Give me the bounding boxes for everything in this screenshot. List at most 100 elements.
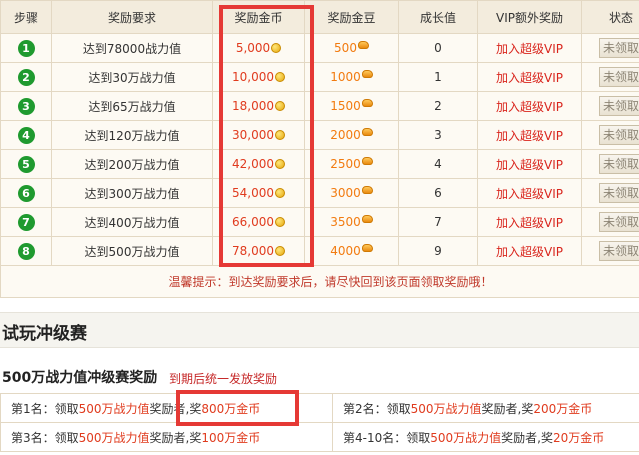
vip-cell: 加入超级VIP [477, 33, 582, 63]
tip-row: 温馨提示：到达奖励要求后，请尽快回到该页面领取奖励哦！ [0, 265, 639, 298]
gold-bean-icon [357, 40, 369, 49]
gold-bean-icon [361, 98, 373, 107]
gold-bean-icon [361, 214, 373, 223]
vip-cell: 加入超级VIP [477, 149, 582, 179]
table-row: 1 达到78000战力值 5,000 500 0 加入超级VIP 未领取 [0, 33, 639, 63]
prize-row: 第1名：领取500万战力值奖励者,奖800万金币 第2名：领取500万战力值奖励… [0, 393, 639, 423]
table-row: 4 达到120万战力值 30,000 2000 3 加入超级VIP 未领取 [0, 120, 639, 150]
requirement-cell: 达到30万战力值 [51, 62, 213, 92]
league-note: 到期后统一发放奖励 [169, 372, 278, 386]
claim-status-button[interactable]: 未领取 [599, 241, 639, 261]
requirement-cell: 达到120万战力值 [51, 120, 213, 150]
requirement-cell: 达到200万战力值 [51, 149, 213, 179]
table-row: 7 达到400万战力值 66,000 3500 7 加入超级VIP 未领取 [0, 207, 639, 237]
header-status: 状态 [581, 0, 639, 34]
section-header: 试玩冲级赛 [0, 312, 639, 348]
beans-cell: 4000 [304, 236, 399, 266]
prize-cell-2: 第2名：领取500万战力值奖励者,奖200万金币 [332, 393, 639, 423]
prize-prefix: 第4-10名：领取 [343, 430, 431, 445]
step-badge: 5 [17, 155, 35, 173]
table-row: 2 达到30万战力值 10,000 1000 1 加入超级VIP 未领取 [0, 62, 639, 92]
status-cell: 未领取 [581, 91, 639, 121]
step-cell: 3 [0, 91, 52, 121]
step-cell: 1 [0, 33, 52, 63]
claim-status-button[interactable]: 未领取 [599, 154, 639, 174]
status-cell: 未领取 [581, 33, 639, 63]
header-requirement: 奖励要求 [51, 0, 213, 34]
join-vip-link[interactable]: 加入超级VIP [496, 42, 563, 56]
join-vip-link[interactable]: 加入超级VIP [496, 129, 563, 143]
prize-power: 500万战力值 [410, 401, 482, 416]
beans-cell: 2000 [304, 120, 399, 150]
prize-amount: 20万金币 [552, 430, 605, 445]
prize-power: 500万战力值 [430, 430, 502, 445]
prize-table: 第1名：领取500万战力值奖励者,奖800万金币 第2名：领取500万战力值奖励… [0, 393, 639, 452]
prize-power: 500万战力值 [78, 401, 150, 416]
step-badge: 7 [17, 213, 35, 231]
prize-prefix: 第2名：领取 [343, 401, 411, 416]
growth-cell: 3 [398, 120, 478, 150]
requirement-cell: 达到500万战力值 [51, 236, 213, 266]
beans-cell: 2500 [304, 149, 399, 179]
status-cell: 未领取 [581, 178, 639, 208]
beans-cell: 1500 [304, 91, 399, 121]
claim-status-button[interactable]: 未领取 [599, 212, 639, 232]
bean-amount: 500 [334, 41, 357, 55]
join-vip-link[interactable]: 加入超级VIP [496, 216, 563, 230]
growth-cell: 6 [398, 178, 478, 208]
join-vip-link[interactable]: 加入超级VIP [496, 158, 563, 172]
vip-cell: 加入超级VIP [477, 120, 582, 150]
beans-cell: 3000 [304, 178, 399, 208]
join-vip-link[interactable]: 加入超级VIP [496, 245, 563, 259]
table-header-row: 步骤 奖励要求 奖励金币 奖励金豆 成长值 VIP额外奖励 状态 [0, 0, 639, 34]
step-cell: 6 [0, 178, 52, 208]
bean-amount: 3500 [330, 215, 361, 229]
claim-status-button[interactable]: 未领取 [599, 183, 639, 203]
league-title: 500万战力值冲级赛奖励 [2, 370, 158, 386]
beans-cell: 1000 [304, 62, 399, 92]
join-vip-link[interactable]: 加入超级VIP [496, 100, 563, 114]
step-badge: 4 [17, 126, 35, 144]
bean-amount: 1000 [330, 70, 361, 84]
bean-amount: 2000 [330, 128, 361, 142]
prize-cell-4: 第4-10名：领取500万战力值奖励者,奖20万金币 [332, 422, 639, 452]
gold-bean-icon [361, 185, 373, 194]
gold-bean-icon [361, 243, 373, 252]
table-row: 5 达到200万战力值 42,000 2500 4 加入超级VIP 未领取 [0, 149, 639, 179]
bean-amount: 3000 [330, 186, 361, 200]
prize-amount: 200万金币 [533, 401, 593, 416]
bean-amount: 4000 [330, 244, 361, 258]
header-growth: 成长值 [398, 0, 478, 34]
growth-cell: 1 [398, 62, 478, 92]
step-cell: 4 [0, 120, 52, 150]
growth-cell: 7 [398, 207, 478, 237]
table-row: 8 达到500万战力值 78,000 4000 9 加入超级VIP 未领取 [0, 236, 639, 266]
vip-cell: 加入超级VIP [477, 236, 582, 266]
header-beans: 奖励金豆 [304, 0, 399, 34]
reward-table: 步骤 奖励要求 奖励金币 奖励金豆 成长值 VIP额外奖励 状态 1 达到7800… [0, 0, 639, 298]
claim-status-button[interactable]: 未领取 [599, 96, 639, 116]
requirement-cell: 达到300万战力值 [51, 178, 213, 208]
status-cell: 未领取 [581, 207, 639, 237]
beans-cell: 3500 [304, 207, 399, 237]
requirement-cell: 达到400万战力值 [51, 207, 213, 237]
status-cell: 未领取 [581, 236, 639, 266]
vip-cell: 加入超级VIP [477, 178, 582, 208]
growth-cell: 0 [398, 33, 478, 63]
step-badge: 8 [17, 242, 35, 260]
join-vip-link[interactable]: 加入超级VIP [496, 187, 563, 201]
prize-power: 500万战力值 [78, 430, 150, 445]
bean-amount: 1500 [330, 99, 361, 113]
status-cell: 未领取 [581, 120, 639, 150]
step-cell: 7 [0, 207, 52, 237]
join-vip-link[interactable]: 加入超级VIP [496, 71, 563, 85]
step-cell: 5 [0, 149, 52, 179]
first-prize-highlight [176, 390, 299, 426]
step-badge: 3 [17, 97, 35, 115]
growth-cell: 4 [398, 149, 478, 179]
header-step: 步骤 [0, 0, 52, 34]
claim-status-button[interactable]: 未领取 [599, 125, 639, 145]
step-badge: 6 [17, 184, 35, 202]
claim-status-button[interactable]: 未领取 [599, 67, 639, 87]
claim-status-button[interactable]: 未领取 [599, 38, 639, 58]
